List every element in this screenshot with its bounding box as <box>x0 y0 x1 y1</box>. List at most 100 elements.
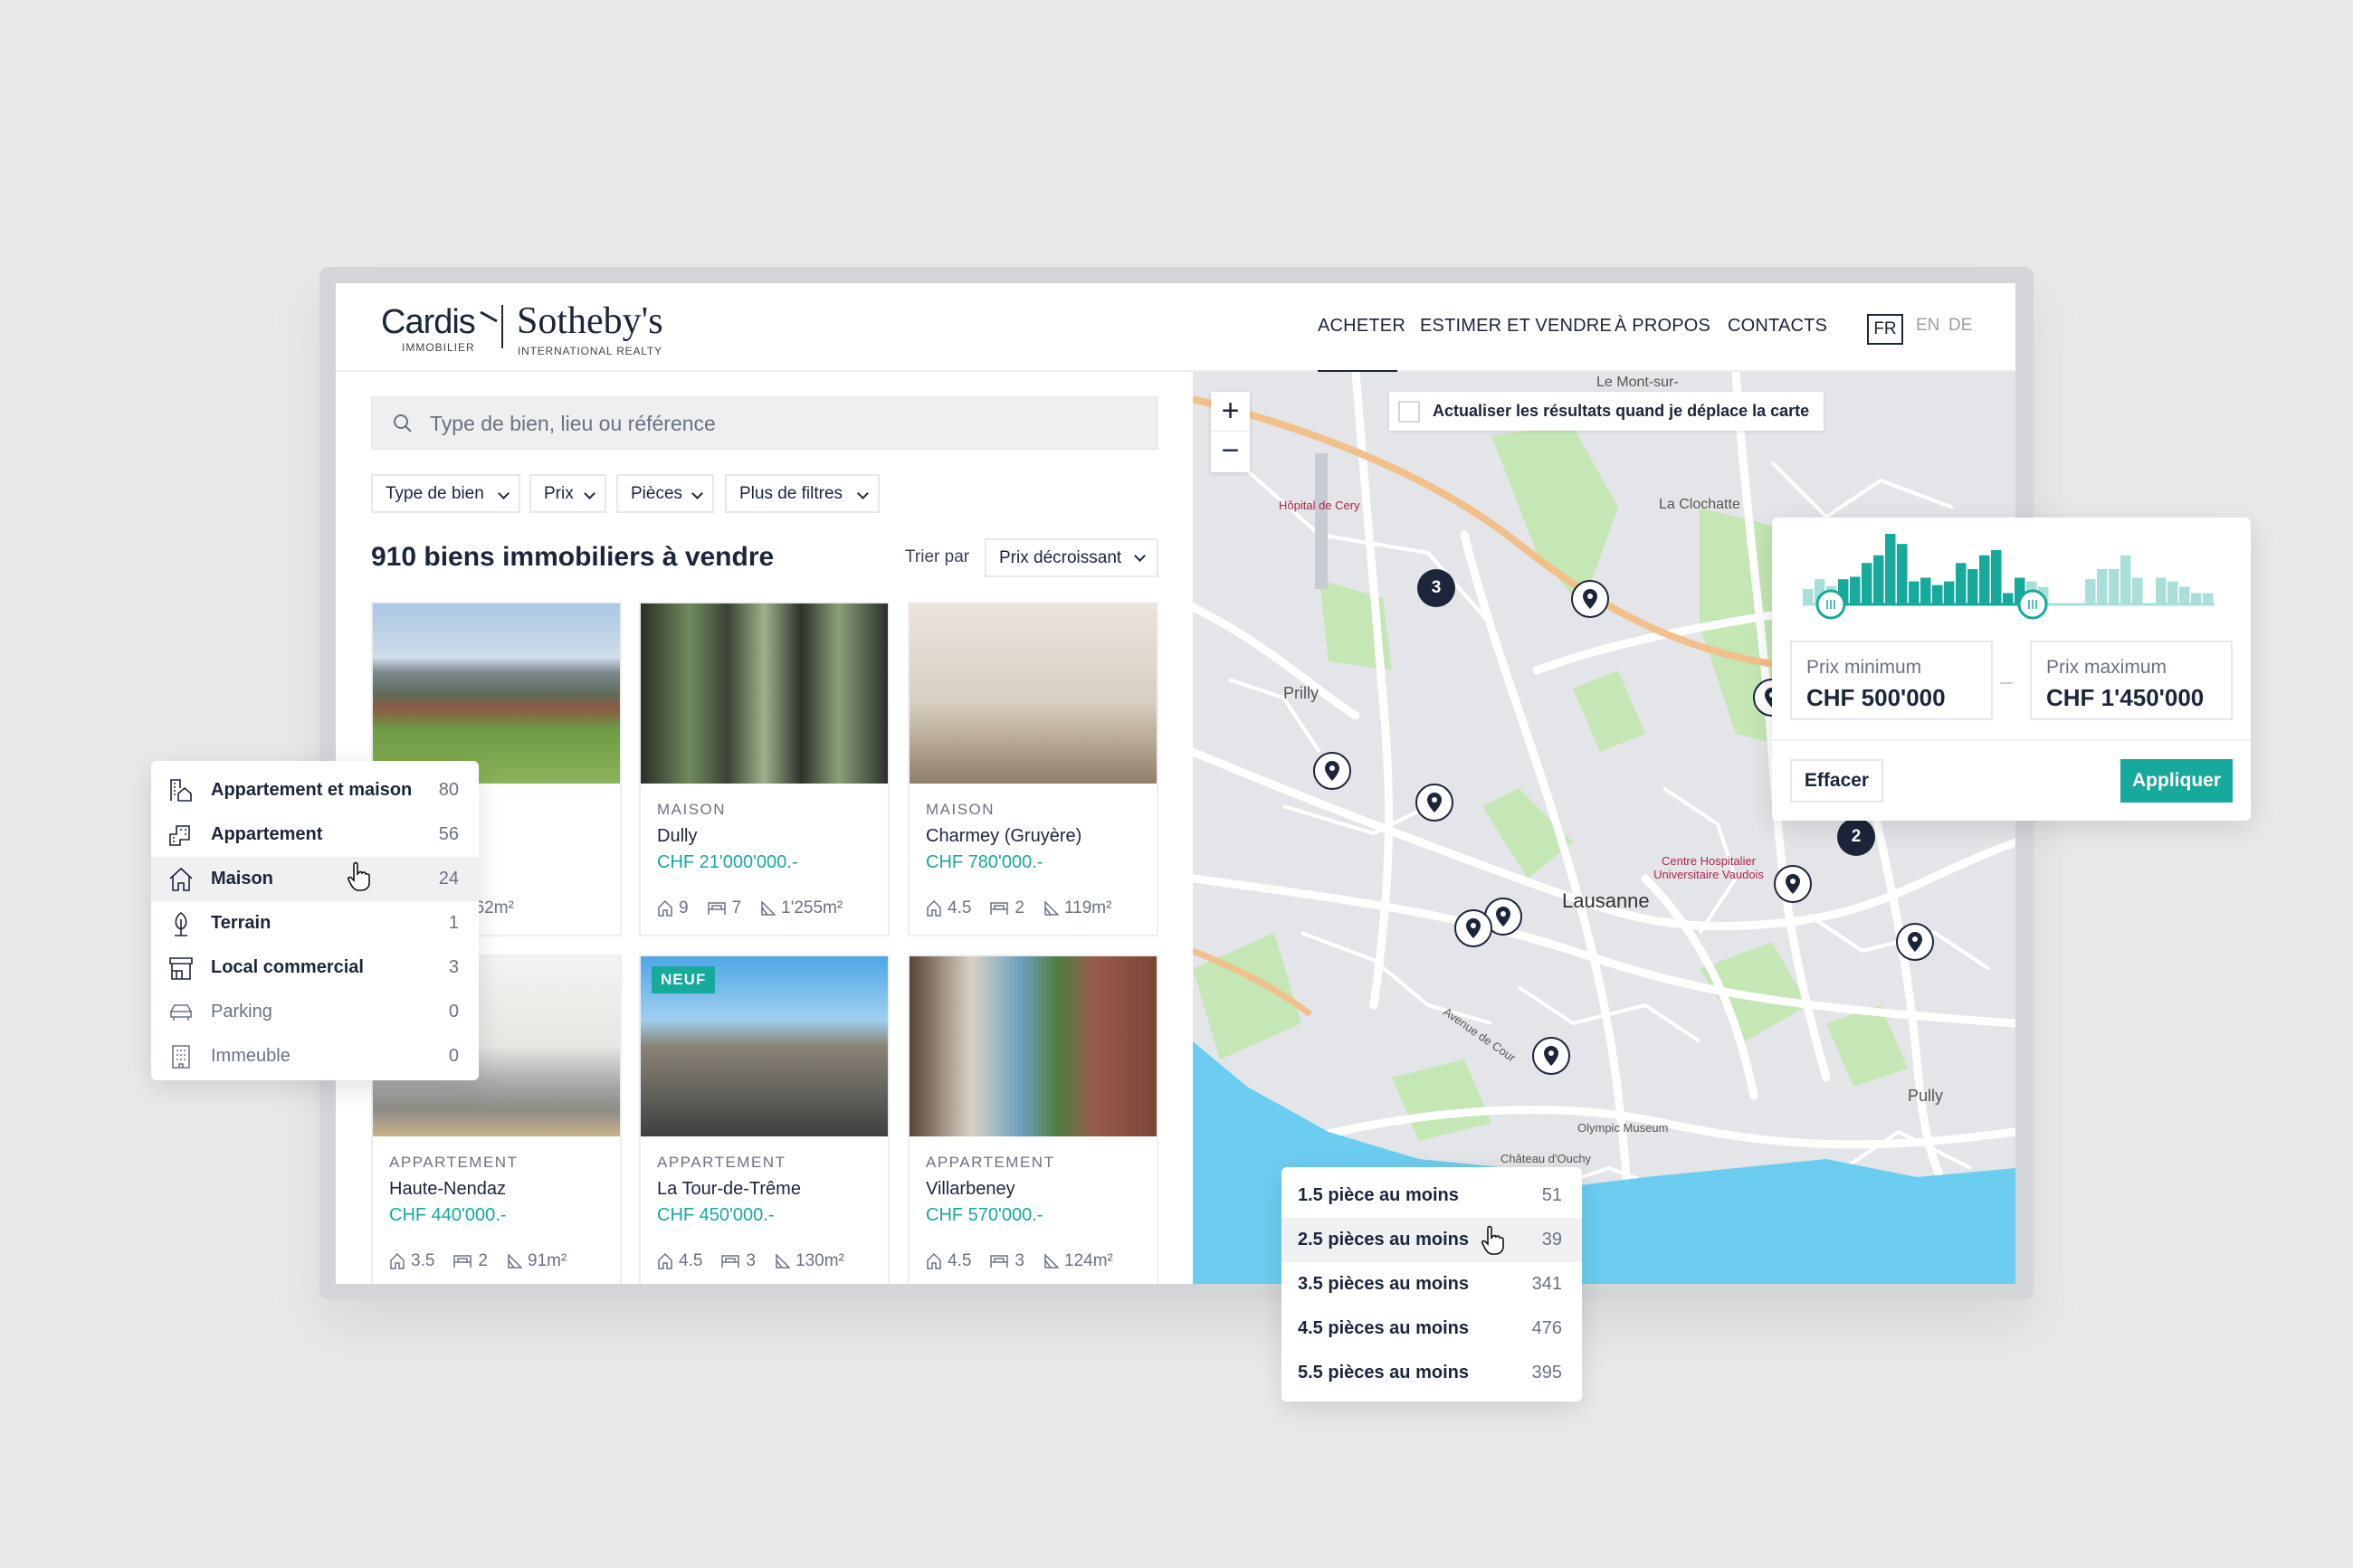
range-slider-handle[interactable] <box>1815 589 1846 620</box>
map-label: Prilly <box>1283 684 1319 702</box>
type-option[interactable]: Immeuble 0 <box>151 1034 479 1079</box>
map-cluster-marker[interactable]: 2 <box>1837 818 1875 856</box>
histogram-bar <box>2109 569 2120 604</box>
rooms-icon <box>927 899 941 917</box>
listing-price: CHF 570'000.- <box>926 1205 1043 1225</box>
min-price-input[interactable]: Prix minimum CHF 500'000 <box>1790 641 1993 720</box>
rooms-dropdown: 1.5 pièce au moins 51 2.5 pièces au moins 3… <box>1281 1167 1582 1402</box>
map-pin-marker[interactable] <box>1774 865 1812 903</box>
max-price-label: Prix maximum <box>2046 657 2167 678</box>
type-option[interactable]: Local commercial 3 <box>151 946 479 990</box>
type-option-count: 0 <box>448 1002 459 1022</box>
zoom-in-button[interactable]: + <box>1211 392 1250 432</box>
logo-sothebys[interactable]: Sotheby's <box>517 299 663 343</box>
rooms-value: 4.5 <box>948 1251 972 1270</box>
listing-type: MAISON <box>657 801 727 818</box>
rooms-option-count: 476 <box>1531 1318 1562 1338</box>
histogram-bar <box>1909 581 1920 604</box>
nav-contacts[interactable]: CONTACTS <box>1728 316 1827 337</box>
logo-cardis[interactable]: Cardis <box>381 303 476 342</box>
clear-button[interactable]: Effacer <box>1790 759 1883 803</box>
map-pin-marker[interactable] <box>1532 1037 1570 1075</box>
nav-a-propos[interactable]: À PROPOS <box>1615 316 1710 337</box>
listing-card[interactable]: NEUF APPARTEMENT La Tour-de-Trême CHF 450'0… <box>639 955 890 1284</box>
filter-prix[interactable]: Prix <box>529 474 606 513</box>
listing-type: APPARTEMENT <box>389 1154 519 1171</box>
type-option-label: Immeuble <box>211 1046 291 1066</box>
price-histogram[interactable] <box>1772 518 2251 626</box>
histogram-bar <box>2156 577 2167 604</box>
map-refresh-toggle[interactable]: Actualiser les résultats quand je déplac… <box>1389 392 1824 431</box>
sort-select[interactable]: Prix décroissant <box>985 538 1158 577</box>
area-icon <box>1044 1253 1059 1269</box>
type-option[interactable]: Appartement et maison 80 <box>151 768 479 813</box>
location-pin-icon <box>1325 761 1339 781</box>
range-slider-handle[interactable] <box>2017 589 2048 620</box>
map-pin-marker[interactable] <box>1571 580 1609 618</box>
histogram-bar <box>1897 544 1908 604</box>
listing-card[interactable]: APPARTEMENT Villarbeney CHF 570'000.- 4.5 3 1… <box>908 955 1158 1284</box>
map-pin-marker[interactable] <box>1415 784 1453 822</box>
listing-features: 4.5 3 130m² <box>657 1251 844 1271</box>
type-option[interactable]: Appartement 56 <box>151 813 479 857</box>
nav-estimer-et-vendre[interactable]: ESTIMER ET VENDRE <box>1420 316 1612 337</box>
rooms-option[interactable]: 5.5 pièces au moins 395 <box>1281 1351 1582 1395</box>
max-price-input[interactable]: Prix maximum CHF 1'450'000 <box>2030 641 2233 720</box>
store-icon <box>167 955 195 982</box>
type-option-count: 0 <box>448 1046 459 1066</box>
map-label: Le Mont-sur- <box>1596 375 1679 390</box>
apply-button[interactable]: Appliquer <box>2120 759 2233 803</box>
area-value: 124m² <box>1064 1251 1113 1270</box>
lang-de[interactable]: DE <box>1948 316 1972 336</box>
rooms-option[interactable]: 2.5 pièces au moins 39 <box>1281 1218 1582 1262</box>
filter-label: Plus de filtres <box>739 484 843 503</box>
rooms-option[interactable]: 1.5 pièce au moins 51 <box>1281 1174 1582 1218</box>
area-icon <box>761 900 776 916</box>
listing-photo[interactable] <box>641 603 888 784</box>
logo-sothebys-sub: INTERNATIONAL REALTY <box>518 345 662 357</box>
type-option[interactable]: Parking 0 <box>151 990 479 1034</box>
type-option-label: Maison <box>211 869 273 889</box>
refresh-checkbox[interactable] <box>1398 400 1420 423</box>
nav-acheter[interactable]: ACHETER <box>1318 316 1405 337</box>
apartment-icon <box>167 822 195 849</box>
listing-photo[interactable] <box>373 603 620 784</box>
rooms: 4.5 <box>926 1251 971 1271</box>
type-option[interactable]: Terrain 1 <box>151 901 479 946</box>
search-input[interactable]: Type de bien, lieu ou référence <box>371 396 1158 450</box>
bed-icon <box>707 902 726 915</box>
car-icon <box>167 999 195 1026</box>
filter-type-de-bien[interactable]: Type de bien <box>371 474 520 513</box>
listing-photo[interactable] <box>910 603 1157 784</box>
location-pin-icon <box>1544 1046 1558 1066</box>
map-pin-marker[interactable] <box>1454 909 1492 947</box>
filter-pieces[interactable]: Pièces <box>616 474 714 513</box>
map-label: Pully <box>1908 1087 1944 1105</box>
map-pin-marker[interactable] <box>1896 923 1934 961</box>
filter-plus-de-filtres[interactable]: Plus de filtres <box>725 474 880 513</box>
bedrooms: 2 <box>989 898 1024 918</box>
bed-icon <box>990 1255 1009 1268</box>
rooms-option[interactable]: 4.5 pièces au moins 476 <box>1281 1307 1582 1351</box>
rooms-option[interactable]: 3.5 pièces au moins 341 <box>1281 1262 1582 1307</box>
map-pin-marker[interactable] <box>1313 752 1351 790</box>
histogram-bar <box>1932 584 1943 604</box>
zoom-out-button[interactable]: − <box>1211 432 1250 471</box>
hand-cursor-icon <box>347 861 370 891</box>
lang-fr[interactable]: FR <box>1867 314 1903 345</box>
listing-photo[interactable] <box>910 956 1157 1136</box>
map[interactable]: Le Mont-sur- La Clochatte Hôpital de Cer… <box>1193 372 2015 1284</box>
bedrooms-value: 2 <box>1015 898 1024 917</box>
listing-card[interactable]: MAISON Dully CHF 21'000'000.- 9 7 1'255m² <box>639 602 890 936</box>
type-option-count: 24 <box>438 869 459 889</box>
map-label: Hôpital de Cery <box>1279 499 1360 512</box>
map-cluster-marker[interactable]: 3 <box>1417 569 1455 607</box>
rooms: 9 <box>657 898 689 918</box>
lang-en[interactable]: EN <box>1916 316 1939 336</box>
type-option[interactable]: Maison 24 <box>151 857 479 901</box>
listing-card[interactable]: MAISON Charmey (Gruyère) CHF 780'000.- 4.5 2… <box>908 602 1158 936</box>
office-building-icon <box>167 1043 195 1070</box>
bedrooms: 3 <box>989 1251 1024 1271</box>
bedrooms: 2 <box>452 1251 488 1271</box>
rooms-option-label: 2.5 pièces au moins <box>1298 1230 1469 1250</box>
